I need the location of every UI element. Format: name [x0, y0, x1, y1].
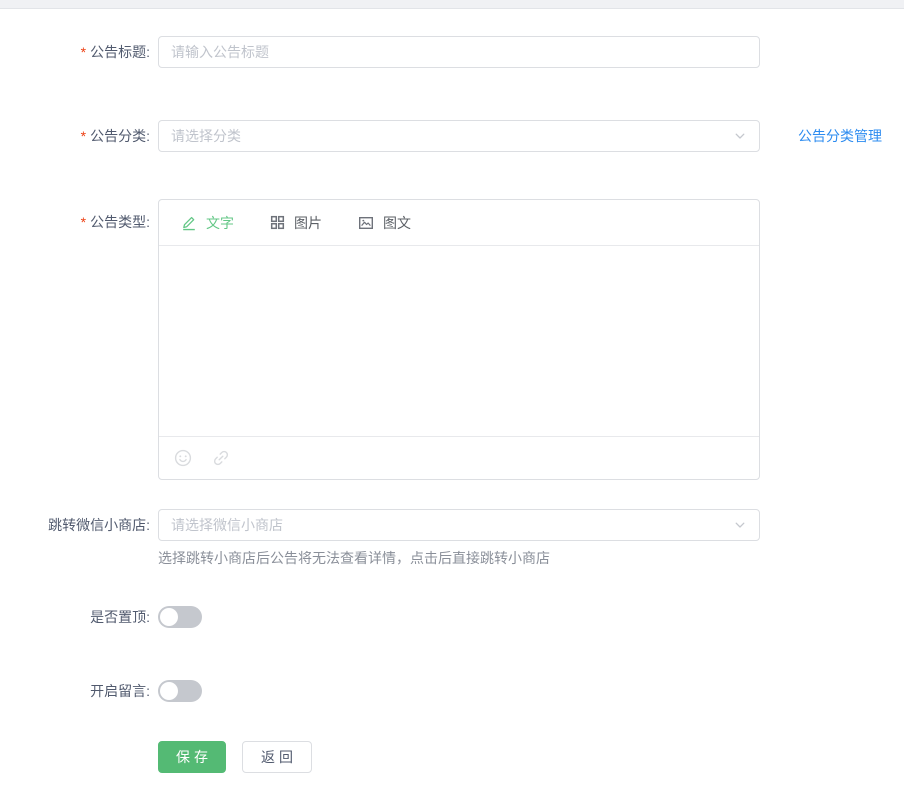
emoji-icon[interactable] — [173, 448, 193, 468]
announcement-form: *公告标题: *公告分类: 请选择分类 公告分类管理 *公告类型: — [0, 9, 904, 773]
form-actions: 保存 返回 — [158, 741, 904, 773]
category-label: * 公告分类: — [80, 128, 150, 144]
chevron-down-icon — [733, 129, 747, 143]
category-manage-link[interactable]: 公告分类管理 — [798, 120, 882, 152]
mini-store-label: 跳转微信小商店: — [48, 517, 150, 533]
link-icon[interactable] — [211, 448, 231, 468]
mini-store-select[interactable]: 请选择微信小商店 — [158, 509, 760, 541]
editor-toolbar — [159, 436, 759, 479]
toggle-knob — [160, 682, 178, 700]
form-row-category: * 公告分类: 请选择分类 公告分类管理 — [0, 120, 904, 152]
tab-text-label: 文字 — [206, 214, 234, 231]
pin-label: 是否置顶: — [90, 609, 150, 625]
tab-image-text-label: 图文 — [383, 214, 411, 231]
pin-toggle[interactable] — [158, 606, 202, 628]
tab-image-label: 图片 — [294, 214, 322, 231]
back-button[interactable]: 返回 — [242, 741, 312, 773]
editor-tab-bar: 文字 图片 图文 — [159, 200, 759, 246]
toggle-knob — [160, 608, 178, 626]
grid-icon — [270, 215, 285, 230]
form-row-title: * 公告标题: — [0, 36, 904, 68]
required-asterisk: * — [80, 44, 87, 60]
save-button[interactable]: 保存 — [158, 741, 226, 773]
mini-store-select-placeholder: 请选择微信小商店 — [171, 517, 283, 533]
category-select-placeholder: 请选择分类 — [171, 128, 241, 144]
message-toggle[interactable] — [158, 680, 202, 702]
tab-text[interactable]: 文字 — [181, 215, 234, 231]
title-label: * 公告标题: — [80, 44, 150, 60]
form-row-type: * 公告类型: 文字 图片 图文 — [0, 199, 904, 480]
tab-image[interactable]: 图片 — [270, 215, 322, 230]
tab-image-text[interactable]: 图文 — [358, 215, 411, 231]
chevron-down-icon — [733, 518, 747, 532]
form-row-mini-store: 跳转微信小商店: 请选择微信小商店 选择跳转小商店后公告将无法查看详情，点击后直… — [0, 509, 904, 567]
mini-store-help-text: 选择跳转小商店后公告将无法查看详情，点击后直接跳转小商店 — [158, 550, 550, 566]
required-asterisk: * — [80, 128, 87, 144]
form-row-pin: 是否置顶: — [0, 606, 904, 628]
message-label: 开启留言: — [90, 683, 150, 699]
top-divider-bar — [0, 0, 904, 9]
content-editor: 文字 图片 图文 — [158, 199, 760, 480]
title-input[interactable] — [158, 36, 760, 68]
category-select[interactable]: 请选择分类 — [158, 120, 760, 152]
pencil-icon — [181, 215, 197, 231]
image-text-icon — [358, 215, 374, 231]
required-asterisk: * — [80, 214, 87, 230]
type-label: * 公告类型: — [80, 214, 150, 230]
form-row-message: 开启留言: — [0, 680, 904, 702]
editor-content-area[interactable] — [159, 246, 759, 436]
